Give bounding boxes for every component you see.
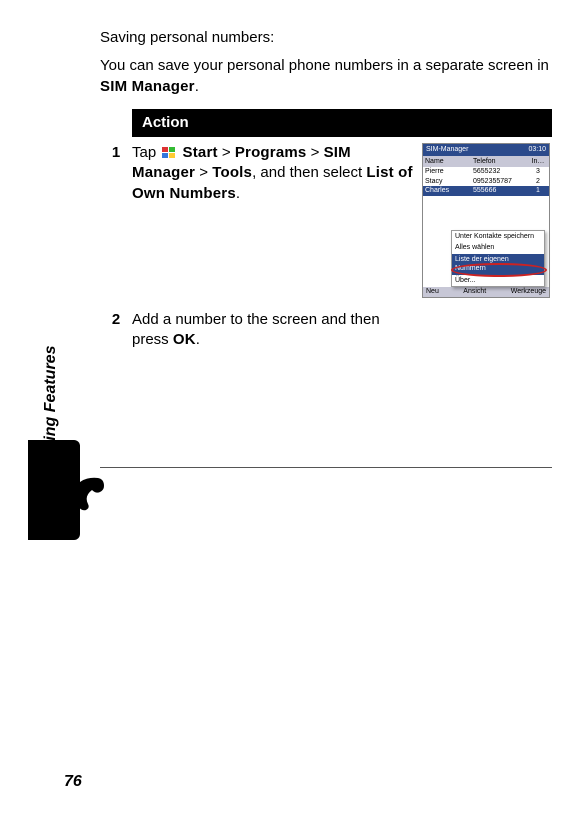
mock-row: Pierre 5655232 3 [423, 167, 549, 176]
step-number: 1 [100, 143, 132, 298]
cell: 3 [529, 167, 547, 176]
step-1-text: Tap Start > Programs > SIM Manager > Too… [132, 143, 422, 298]
section-divider [100, 467, 552, 468]
sep: > [195, 164, 212, 181]
step-number: 2 [100, 310, 132, 351]
sep: > [306, 144, 323, 161]
menu-item: Unter Kontakte speichern [452, 231, 544, 242]
page-body: Saving personal numbers: You can save yo… [0, 0, 580, 468]
programs-label: Programs [235, 144, 307, 161]
phone-screenshot: SIM-Manager 03:10 Name Telefon In… Pierr… [422, 143, 550, 298]
intro-paragraph: You can save your personal phone numbers… [100, 56, 552, 97]
softkey: Werkzeuge [511, 287, 546, 297]
cell: Stacy [425, 177, 473, 186]
tools-label: Tools [212, 164, 252, 181]
step-1-screenshot: SIM-Manager 03:10 Name Telefon In… Pierr… [422, 143, 552, 298]
menu-item: Alles wählen [452, 242, 544, 253]
mock-softkey-bar: Neu Ansicht Werkzeuge [423, 287, 549, 297]
cell: 5655232 [473, 167, 529, 176]
action-table-header: Action [132, 109, 552, 137]
cell: 555666 [473, 186, 529, 195]
intro-text-c: . [195, 78, 199, 95]
section-heading: Saving personal numbers: [100, 28, 552, 48]
windows-flag-icon [162, 145, 176, 157]
page-number: 76 [64, 771, 82, 793]
text: Add a number to the screen and then pres… [132, 311, 380, 348]
text: , and then select [252, 164, 366, 181]
mock-row-selected: Charles 555666 1 [423, 186, 549, 195]
mock-row: Stacy 0952355787 2 [423, 177, 549, 186]
cell: Pierre [425, 167, 473, 176]
table-row: 2 Add a number to the screen and then pr… [100, 304, 552, 357]
side-tab-top: Calling Features [28, 270, 80, 440]
mock-app-title: SIM-Manager [426, 145, 468, 154]
col-phone: Telefon [473, 157, 529, 166]
mock-column-headers: Name Telefon In… [423, 156, 549, 167]
col-index: In… [529, 157, 547, 166]
start-label: Start [183, 144, 218, 161]
ok-label: OK [173, 331, 196, 348]
menu-item-highlight: Liste der eigenen Nummern [452, 254, 544, 275]
text: Tap [132, 144, 160, 161]
mock-body: Unter Kontakte speichern Alles wählen Li… [423, 196, 549, 287]
softkey: Ansicht [463, 287, 486, 297]
mock-titlebar: SIM-Manager 03:10 [423, 144, 549, 156]
text: . [236, 185, 240, 202]
cell: 0952355787 [473, 177, 529, 186]
sim-manager-label: SIM Manager [100, 78, 195, 95]
text: . [196, 331, 200, 348]
cell: 2 [529, 177, 547, 186]
step-2-text: Add a number to the screen and then pres… [132, 310, 422, 351]
menu-item: Über... [452, 275, 544, 286]
side-tab: Calling Features [28, 270, 80, 550]
phone-icon [62, 470, 110, 516]
intro-text-a: You can save your personal phone numbers… [100, 57, 549, 74]
mock-time: 03:10 [528, 145, 546, 154]
col-name: Name [425, 157, 473, 166]
sep: > [218, 144, 235, 161]
cell: 1 [529, 186, 547, 195]
action-table: Action 1 Tap Start > Programs > SIM Mana… [100, 109, 552, 357]
table-row: 1 Tap Start > Programs > SIM Manager > T… [100, 137, 552, 304]
mock-context-menu: Unter Kontakte speichern Alles wählen Li… [451, 230, 545, 287]
softkey: Neu [426, 287, 439, 297]
cell: Charles [425, 186, 473, 195]
